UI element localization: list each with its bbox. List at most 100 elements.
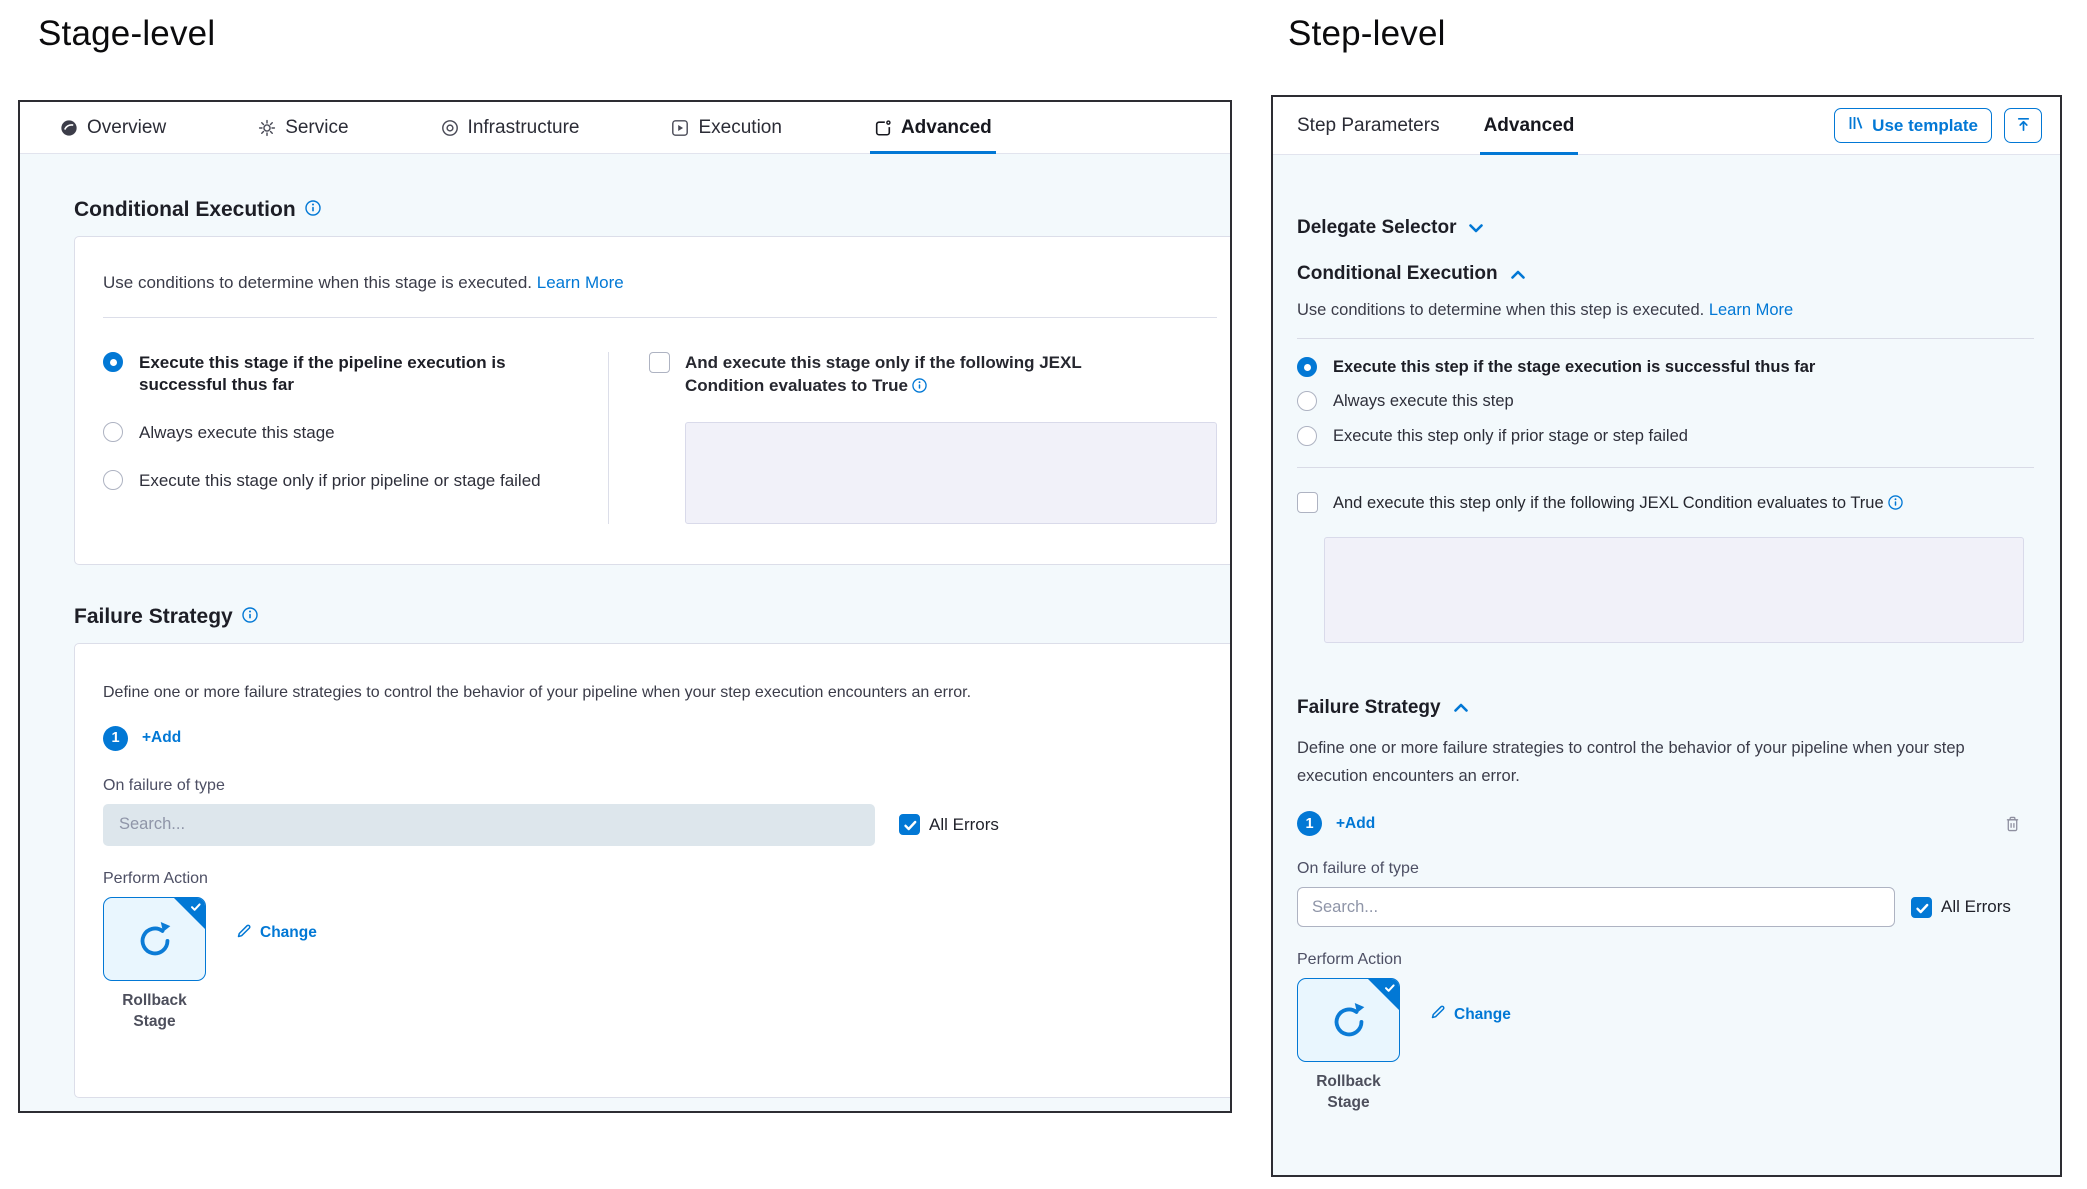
- add-strategy-button[interactable]: +Add: [142, 729, 181, 747]
- info-icon[interactable]: [242, 605, 258, 629]
- strategy-badge-row: 1 +Add: [103, 726, 1217, 751]
- failure-strategy-description: Define one or more failure strategies to…: [103, 684, 1217, 702]
- jexl-label-text: And execute this step only if the follow…: [1333, 494, 1884, 512]
- radio-button-icon: [103, 470, 123, 490]
- tab-overview[interactable]: Overview: [60, 102, 166, 153]
- selected-action-name: Rollback Stage: [103, 991, 206, 1033]
- radio-always-execute[interactable]: Always execute this step: [1297, 391, 2034, 412]
- info-icon[interactable]: [1888, 496, 1903, 514]
- jexl-checkbox-label: And execute this step only if the follow…: [1333, 492, 1903, 516]
- all-errors-checkbox[interactable]: [1911, 897, 1932, 918]
- tab-advanced[interactable]: Advanced: [874, 102, 992, 153]
- add-strategy-button[interactable]: +Add: [1336, 815, 1375, 833]
- selected-action-block: Rollback Stage: [1297, 978, 1400, 1114]
- radio-label: Execute this step if the stage execution…: [1333, 357, 1815, 378]
- delegate-selector-heading[interactable]: Delegate Selector: [1297, 217, 2034, 239]
- heading-text: Conditional Execution: [1297, 263, 1498, 285]
- all-errors-checkbox[interactable]: [899, 814, 920, 835]
- selected-action-name: Rollback Stage: [1297, 1072, 1400, 1114]
- conditional-execution-description: Use conditions to determine when this st…: [1297, 301, 2034, 320]
- radio-button-icon: [1297, 426, 1317, 446]
- on-failure-of-type-label: On failure of type: [103, 777, 1217, 795]
- radio-execute-if-successful[interactable]: Execute this stage if the pipeline execu…: [103, 352, 608, 396]
- tab-label: Infrastructure: [468, 117, 580, 139]
- jexl-condition-checkbox-row[interactable]: And execute this step only if the follow…: [1297, 492, 2034, 516]
- header-actions: Use template: [1834, 108, 2042, 143]
- conditional-execution-columns: Execute this stage if the pipeline execu…: [103, 352, 1217, 524]
- conditional-execution-card: Use conditions to determine when this st…: [74, 236, 1230, 565]
- conditional-execution-heading[interactable]: Conditional Execution: [1297, 263, 2034, 285]
- upload-button[interactable]: [2004, 108, 2042, 143]
- tab-advanced[interactable]: Advanced: [1484, 97, 1575, 154]
- step-tabbar: Step Parameters Advanced Use template: [1273, 97, 2060, 155]
- all-errors-label: All Errors: [1941, 897, 2011, 917]
- checkbox-icon: [649, 352, 670, 373]
- failure-strategy-heading[interactable]: Failure Strategy: [1297, 697, 2034, 719]
- jexl-condition-checkbox-row[interactable]: And execute this stage only if the follo…: [649, 352, 1217, 400]
- change-action-link[interactable]: Change: [1430, 1004, 1511, 1025]
- divider: [1297, 467, 2034, 468]
- radio-label: Execute this stage if the pipeline execu…: [139, 352, 549, 396]
- failure-type-row: All Errors: [1297, 887, 2034, 927]
- change-action-link[interactable]: Change: [236, 923, 317, 944]
- radio-label: Execute this stage only if prior pipelin…: [139, 470, 541, 492]
- rollback-stage-tile[interactable]: [103, 897, 206, 981]
- use-template-button[interactable]: Use template: [1834, 108, 1992, 143]
- radio-label: Always execute this stage: [139, 422, 335, 444]
- failure-type-search-input[interactable]: [1297, 887, 1895, 927]
- step-advanced-content: Delegate Selector Conditional Execution …: [1273, 155, 2060, 1175]
- conditional-execution-heading: Conditional Execution: [74, 198, 1230, 222]
- tab-execution[interactable]: Execution: [671, 102, 781, 153]
- info-icon[interactable]: [912, 378, 927, 397]
- pencil-icon: [236, 923, 252, 944]
- radio-execute-if-failed[interactable]: Execute this stage only if prior pipelin…: [103, 470, 608, 492]
- learn-more-link[interactable]: Learn More: [537, 273, 624, 292]
- tab-step-parameters[interactable]: Step Parameters: [1297, 97, 1440, 154]
- rollback-stage-tile[interactable]: [1297, 978, 1400, 1062]
- infrastructure-icon: [441, 119, 459, 137]
- info-icon[interactable]: [305, 198, 321, 222]
- strategy-badge-row: 1 +Add: [1297, 811, 2034, 836]
- tab-service[interactable]: Service: [258, 102, 348, 153]
- perform-action-row: Rollback Stage Change: [1297, 978, 2034, 1114]
- radio-button-icon: [1297, 391, 1317, 411]
- jexl-condition-input[interactable]: [685, 422, 1217, 524]
- failure-type-row: All Errors: [103, 804, 1217, 846]
- checkbox-icon: [1297, 492, 1318, 513]
- change-label: Change: [260, 924, 317, 942]
- selected-action-block: Rollback Stage: [103, 897, 206, 1033]
- delete-strategy-icon[interactable]: [2005, 815, 2020, 833]
- tab-label: Overview: [87, 117, 166, 139]
- jexl-checkbox-label: And execute this stage only if the follo…: [685, 352, 1115, 400]
- learn-more-link[interactable]: Learn More: [1709, 301, 1793, 319]
- overview-icon: [60, 119, 78, 137]
- tab-label: Service: [285, 117, 348, 139]
- tab-infrastructure[interactable]: Infrastructure: [441, 102, 580, 153]
- strategy-number-badge[interactable]: 1: [103, 726, 128, 751]
- strategy-number-badge[interactable]: 1: [1297, 811, 1322, 836]
- radio-button-icon: [1297, 357, 1317, 377]
- stage-level-title: Stage-level: [38, 14, 215, 54]
- heading-text: Conditional Execution: [74, 198, 296, 222]
- jexl-column: And execute this stage only if the follo…: [609, 352, 1217, 524]
- radio-execute-if-failed[interactable]: Execute this step only if prior stage or…: [1297, 426, 2034, 447]
- perform-action-row: Rollback Stage Change: [103, 897, 1217, 1033]
- check-icon: [190, 901, 202, 913]
- failure-type-search-input[interactable]: [103, 804, 875, 846]
- conditional-execution-description: Use conditions to determine when this st…: [103, 273, 1217, 293]
- tab-label: Advanced: [901, 117, 992, 139]
- radio-execute-if-successful[interactable]: Execute this step if the stage execution…: [1297, 357, 2034, 378]
- divider: [1297, 338, 2034, 339]
- check-icon: [1384, 982, 1396, 994]
- chevron-up-icon: [1511, 270, 1525, 279]
- radio-label: Always execute this step: [1333, 391, 1514, 412]
- radio-always-execute[interactable]: Always execute this stage: [103, 422, 608, 444]
- radio-group: Execute this step if the stage execution…: [1297, 357, 2034, 447]
- use-template-label: Use template: [1872, 116, 1978, 136]
- radio-group: Execute this stage if the pipeline execu…: [103, 352, 608, 524]
- template-library-icon: [1848, 115, 1864, 136]
- all-errors-label: All Errors: [929, 815, 999, 835]
- description-text: Use conditions to determine when this st…: [103, 273, 532, 292]
- chevron-up-icon: [1454, 703, 1468, 712]
- jexl-condition-input[interactable]: [1324, 537, 2024, 643]
